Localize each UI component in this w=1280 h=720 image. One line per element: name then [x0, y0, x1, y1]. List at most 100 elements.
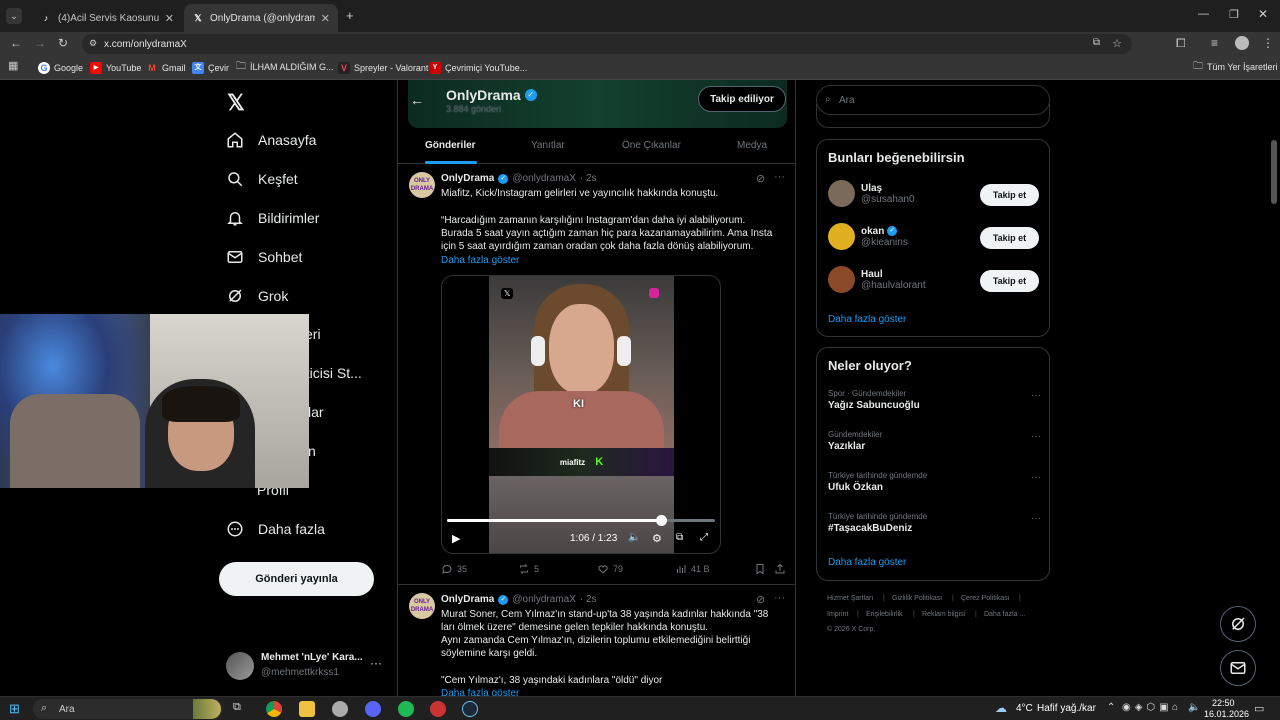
bookmark-gmail[interactable]: M Gmail — [146, 62, 185, 74]
tweet-author-name[interactable]: OnlyDrama — [441, 173, 494, 184]
trend-item[interactable]: Gündemdekiler Yazıklar — [828, 430, 882, 452]
tweet-handle[interactable]: @onlydramaX — [512, 594, 576, 605]
app-taskbar-icon[interactable] — [332, 701, 348, 717]
tray-app-icons[interactable]: ◉◈⬡▣ — [1122, 702, 1173, 713]
bookmark-youtube[interactable]: ▶ YouTube — [90, 62, 141, 74]
discord-taskbar-icon[interactable] — [365, 701, 381, 717]
tweet-avatar[interactable]: ONLY DRAMA — [409, 593, 435, 619]
tweet-handle[interactable]: @onlydramaX — [512, 173, 576, 184]
trend-more-icon[interactable]: ··· — [1031, 390, 1041, 401]
forward-icon[interactable]: → — [34, 37, 46, 49]
trend-more-icon[interactable]: ··· — [1031, 431, 1041, 442]
account-switcher[interactable]: Mehmet 'nLye' Kara... @mehmettkrkss1 ··· — [226, 650, 386, 682]
grok-float-button[interactable] — [1220, 606, 1256, 642]
trend-item[interactable]: Türkiye tarihinde gündemde Ufuk Özkan — [828, 471, 927, 493]
play-icon[interactable]: ▶ — [452, 532, 460, 545]
volume-icon[interactable]: 🔈 — [628, 532, 640, 543]
spotify-taskbar-icon[interactable] — [398, 701, 414, 717]
video-player[interactable]: KI 𝕏 miafitz K ▶ 1:06 / 1:23 🔈 ⚙ ⧉ ⤢ — [441, 275, 721, 554]
tab-media[interactable]: Medya — [737, 140, 767, 151]
app-taskbar-icon[interactable] — [430, 701, 446, 717]
footer-link[interactable]: Daha fazla ... — [984, 611, 1025, 618]
browser-menu-icon[interactable]: ⋮ — [1262, 37, 1274, 49]
suggested-user[interactable]: Ulaş @susahan0 — [828, 180, 915, 207]
network-icon[interactable]: ⌂ — [1172, 702, 1178, 713]
file-explorer-icon[interactable] — [299, 701, 315, 717]
minimize-window-icon[interactable]: — — [1198, 8, 1209, 20]
back-arrow-icon[interactable]: ← — [410, 92, 424, 108]
clock-date[interactable]: 16.01.2026 — [1204, 709, 1249, 719]
like-button[interactable]: 79 — [597, 563, 623, 575]
tweet[interactable]: ONLY DRAMA OnlyDrama ✓ @onlydramaX · 2s ⊘… — [398, 165, 795, 585]
all-bookmarks[interactable]: 🗀 Tüm Yer İşaretleri — [1193, 62, 1278, 73]
clock-time[interactable]: 22:50 — [1212, 698, 1235, 708]
bookmark-google[interactable]: G Google — [38, 62, 83, 74]
extensions-icon[interactable]: ⧠ — [1176, 37, 1186, 49]
show-more-link[interactable]: Daha fazla göster — [441, 254, 781, 267]
bookmark-folder-ilham[interactable]: 🗀 İLHAM ALDIĞIM G... — [236, 62, 334, 73]
trend-item[interactable]: Türkiye tarihinde gündemde #TaşacakBuDeni… — [828, 512, 927, 534]
footer-link[interactable]: Hizmet Şartları — [827, 595, 873, 602]
close-window-icon[interactable]: ✕ — [1258, 7, 1268, 21]
follow-button[interactable]: Takip et — [980, 184, 1039, 206]
page-scrollbar[interactable] — [1271, 140, 1277, 204]
tweet[interactable]: ONLY DRAMA OnlyDrama ✓ @onlydramaX · 2s ⊘… — [398, 586, 795, 696]
tweet-time[interactable]: · 2s — [580, 173, 597, 184]
chrome-taskbar-icon[interactable] — [266, 701, 282, 717]
share-button[interactable] — [774, 563, 786, 575]
tab-highlights[interactable]: Öne Çıkanlar — [622, 140, 681, 151]
pip-icon[interactable]: ⧉ — [676, 532, 683, 543]
nav-explore[interactable]: Keşfet — [226, 170, 298, 188]
settings-gear-icon[interactable]: ⚙ — [652, 532, 662, 545]
media-controls-icon[interactable]: ≡ — [1211, 37, 1218, 49]
fullscreen-icon[interactable]: ⤢ — [700, 532, 708, 543]
tweet-time[interactable]: · 2s — [580, 594, 597, 605]
grok-explain-icon[interactable]: ⊘ — [756, 172, 765, 185]
trend-more-icon[interactable]: ··· — [1031, 513, 1041, 524]
tab-posts[interactable]: Gönderiler — [425, 140, 476, 151]
tweet-more-icon[interactable]: ··· — [774, 592, 785, 604]
bookmark-youtube-online[interactable]: Y Çevrimiçi YouTube... — [429, 62, 527, 74]
bookmark-valorant[interactable]: V Spreyler - Valorant — [338, 62, 428, 74]
follow-button[interactable]: Takip et — [980, 270, 1039, 292]
nav-messages[interactable]: Sohbet — [226, 248, 302, 266]
tray-chevron-icon[interactable]: ⌃ — [1107, 702, 1115, 713]
browser-tab-youtube[interactable]: ♪ (4)Acil Servis Kaosunu Hissetme ✕ — [32, 4, 182, 32]
volume-icon[interactable]: 🔈 — [1188, 702, 1200, 713]
restore-window-icon[interactable]: ❐ — [1229, 8, 1239, 21]
footer-link[interactable]: Gizlilik Politikası — [892, 595, 942, 602]
footer-link[interactable]: Imprint — [827, 611, 848, 618]
trend-more-icon[interactable]: ··· — [1031, 472, 1041, 483]
notification-icon[interactable]: ▭ — [1254, 702, 1264, 715]
nav-verified-orgs[interactable]: n — [308, 443, 316, 459]
tab-replies[interactable]: Yanıtlar — [531, 140, 565, 151]
apps-grid-icon[interactable]: ▦ — [8, 61, 18, 72]
reload-icon[interactable]: ↻ — [58, 37, 68, 49]
repost-button[interactable]: 5 — [518, 563, 539, 575]
nav-home[interactable]: Anasayfa — [226, 131, 316, 149]
nav-grok[interactable]: Grok — [226, 287, 288, 305]
close-tab-icon[interactable]: ✕ — [165, 12, 174, 25]
suggested-user[interactable]: okan ✓ @kieanins — [828, 223, 908, 250]
tweet-more-icon[interactable]: ··· — [774, 171, 785, 183]
trend-item[interactable]: Spor · Gündemdekiler Yağız Sabuncuoğlu — [828, 389, 920, 411]
browser-tab-x[interactable]: 𝕏 OnlyDrama (@onlydramaX) / X ✕ — [184, 4, 338, 32]
suggested-user[interactable]: Haul @haulvalorant — [828, 266, 926, 293]
site-info-icon[interactable]: ⚙ — [89, 38, 97, 49]
views-button[interactable]: 41 B — [675, 563, 710, 575]
video-progress-track[interactable] — [447, 515, 715, 526]
bookmark-translate[interactable]: 文 Çevir — [192, 62, 229, 74]
steam-taskbar-icon[interactable] — [462, 701, 478, 717]
x-logo-icon[interactable]: 𝕏 — [227, 90, 245, 116]
post-button[interactable]: Gönderi yayınla — [219, 562, 374, 596]
weather-text[interactable]: Hafif yağ./kar — [1037, 703, 1096, 714]
profile-avatar-icon[interactable] — [1235, 36, 1249, 50]
who-to-follow-show-more[interactable]: Daha fazla göster — [828, 314, 906, 325]
footer-link[interactable]: Çerez Politikası — [961, 595, 1010, 602]
follow-button[interactable]: Takip et — [980, 227, 1039, 249]
close-tab-icon[interactable]: ✕ — [321, 12, 330, 25]
install-app-icon[interactable]: ⧉ — [1093, 37, 1100, 48]
new-tab-icon[interactable]: + — [346, 8, 354, 23]
task-view-icon[interactable]: ⧉ — [233, 701, 249, 717]
bookmark-star-icon[interactable]: ☆ — [1112, 37, 1122, 50]
